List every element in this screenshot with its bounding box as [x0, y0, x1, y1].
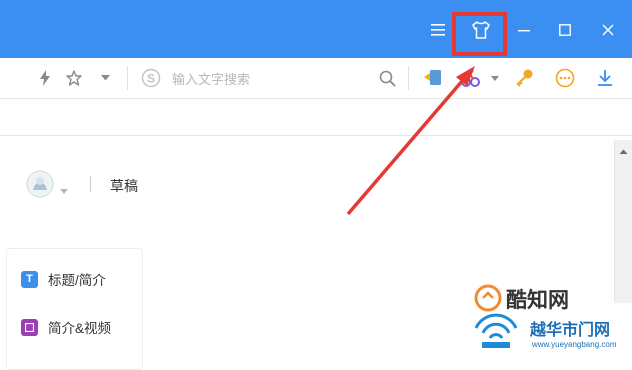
download-icon [598, 70, 612, 86]
site-watermark: 越华市门网 www.yueyangbang.com [470, 310, 632, 353]
address-toolbar: S [0, 58, 632, 99]
draft-label[interactable]: 草稿 [110, 176, 138, 196]
text-type-icon: T [21, 270, 38, 288]
caret-down-icon [60, 189, 68, 194]
site-watermark-text: 越华市门网 [530, 322, 611, 339]
avatar-dropdown[interactable] [60, 181, 70, 194]
speed-button[interactable] [35, 58, 55, 98]
scroll-up-arrow-icon [619, 149, 628, 154]
avatar[interactable] [26, 170, 54, 198]
menu-item-summary-video[interactable]: 简介&视频 [21, 317, 111, 337]
close-button[interactable] [596, 10, 620, 50]
highlight-annotation-box [452, 12, 507, 56]
lightning-icon [40, 70, 50, 86]
favorite-button[interactable] [64, 58, 84, 98]
vertical-scrollbar[interactable] [614, 140, 632, 303]
download-button[interactable] [593, 58, 617, 98]
avatar-icon [26, 170, 54, 198]
minimize-icon [518, 30, 530, 32]
search-icon [379, 70, 396, 87]
section-menu: T 标题/简介 简介&视频 [6, 248, 143, 370]
search-engine-button[interactable]: S [139, 58, 163, 98]
scissors-icon [461, 69, 480, 87]
maximize-icon [559, 24, 571, 36]
toolbar-separator [408, 66, 409, 90]
browser-titlebar [0, 0, 632, 58]
caret-down-icon [100, 75, 110, 81]
extension-key-button[interactable] [513, 58, 537, 98]
media-type-icon [21, 318, 38, 336]
bookmark-bar [0, 99, 632, 136]
caret-down-icon [491, 75, 499, 81]
extension-more-button[interactable] [553, 58, 577, 98]
site-watermark-url: www.yueyangbang.com [532, 340, 617, 349]
menu-item-label: 简介&视频 [48, 321, 112, 336]
search-input[interactable] [170, 66, 374, 92]
toolbar-separator [127, 66, 128, 90]
menu-button[interactable] [426, 10, 450, 50]
more-icon [555, 68, 575, 88]
menu-item-title-summary[interactable]: T 标题/简介 [21, 269, 106, 289]
minimize-button[interactable] [512, 10, 536, 50]
wifi-logo-icon [474, 313, 518, 348]
svg-text:S: S [147, 72, 155, 86]
favorite-dropdown[interactable] [98, 58, 112, 98]
maximize-button[interactable] [553, 10, 577, 50]
close-icon [602, 24, 614, 36]
brand-logo-icon [474, 284, 502, 312]
hamburger-icon [431, 24, 445, 36]
header-divider [90, 176, 91, 192]
extension-translate-button[interactable] [421, 58, 445, 98]
translate-icon [424, 70, 441, 85]
menu-item-label: 标题/简介 [48, 273, 106, 288]
search-engine-icon: S [141, 68, 161, 88]
extension-scissors-dropdown[interactable] [489, 58, 501, 98]
star-icon [66, 70, 82, 86]
search-button[interactable] [376, 58, 398, 98]
extension-scissors-button[interactable] [459, 58, 485, 98]
key-icon [516, 69, 533, 87]
